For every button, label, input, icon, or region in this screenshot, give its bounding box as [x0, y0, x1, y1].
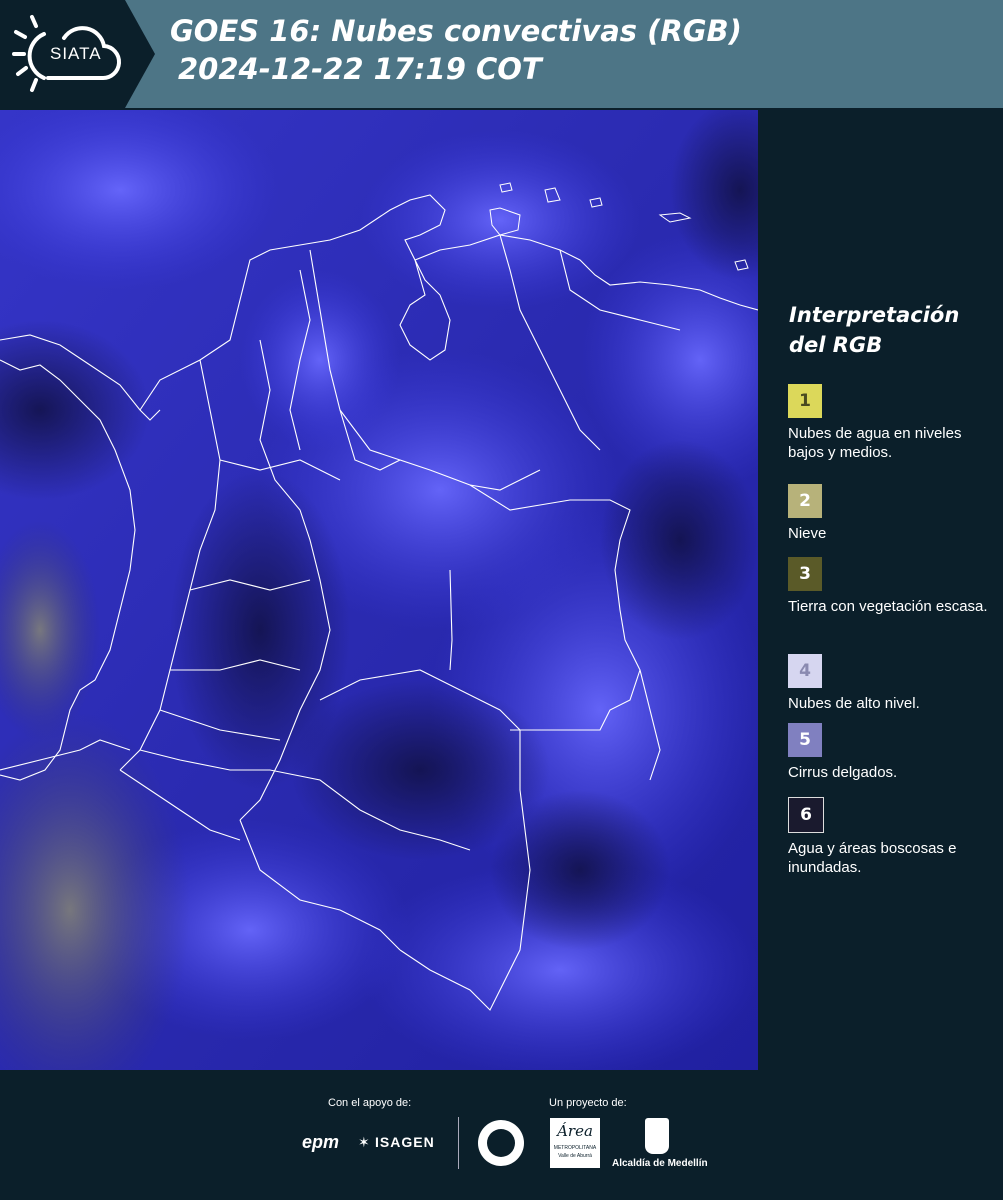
page-title: GOES 16: Nubes convectivas (RGB) 2024-12… [170, 12, 742, 88]
legend-swatch: 5 [788, 723, 822, 757]
footer-divider [458, 1117, 459, 1169]
area-metro-sub2: Valle de Aburrá [558, 1153, 592, 1159]
legend-label: Cirrus delgados. [788, 764, 898, 781]
area-metro-logo: Área METROPOLITANA Valle de Aburrá [550, 1118, 600, 1168]
header-bar: SIATA GOES 16: Nubes convectivas (RGB) 2… [0, 0, 1003, 108]
legend-item: 5 Cirrus delgados. [788, 723, 988, 782]
legend-label: Tierra con vegetación escasa. [788, 598, 988, 615]
legend-swatch: 6 [788, 797, 824, 833]
legend-title-line-1: Interpretación [789, 303, 960, 327]
legend-label: Nubes de alto nivel. [788, 695, 920, 712]
university-seal [478, 1120, 524, 1166]
epm-logo: epm [302, 1132, 340, 1152]
legend-title-line-2: del RGB [789, 333, 883, 357]
legend-swatch: 3 [788, 557, 822, 591]
logo-text: SIATA [50, 44, 102, 63]
alcaldia-label: Alcaldía de Medellín [612, 1158, 708, 1169]
legend-item: 4 Nubes de alto nivel. [788, 654, 988, 713]
legend-swatch: 2 [788, 484, 822, 518]
project-label: Un proyecto de: [549, 1097, 627, 1109]
legend-title: Interpretación del RGB [789, 300, 959, 360]
legend-swatch: 4 [788, 654, 822, 688]
legend-item: 2 Nieve [788, 484, 988, 543]
legend-label: Nieve [788, 525, 827, 542]
satellite-image [0, 110, 758, 1070]
alcaldia-emblem [645, 1118, 669, 1154]
area-metro-name: Área [557, 1122, 593, 1140]
legend-label: Agua y áreas boscosas e inundadas. [788, 840, 957, 876]
legend-item: 1 Nubes de agua en niveles bajos y medios… [788, 384, 973, 462]
title-line-1: GOES 16: Nubes convectivas (RGB) [170, 14, 742, 48]
legend-label: Nubes de agua en niveles bajos y medios. [788, 425, 962, 461]
seal-inner [487, 1129, 515, 1157]
area-metro-sub: METROPOLITANA [553, 1145, 597, 1151]
support-label: Con el apoyo de: [328, 1097, 412, 1109]
siata-logo: SIATA [0, 0, 155, 108]
footer: Con el apoyo de: epm ✶ ISAGEN Un proyect… [0, 1070, 1003, 1200]
legend-panel: Interpretación del RGB 1 Nubes de agua en… [760, 110, 1003, 1070]
isagen-logo: ISAGEN [375, 1134, 435, 1150]
legend-item: 3 Tierra con vegetación escasa. [788, 557, 988, 616]
title-line-2: 2024-12-22 17:19 COT [178, 52, 542, 86]
isagen-icon: ✶ [358, 1134, 370, 1150]
legend-item: 6 Agua y áreas boscosas e inundadas. [788, 797, 988, 877]
legend-swatch: 1 [788, 384, 822, 418]
